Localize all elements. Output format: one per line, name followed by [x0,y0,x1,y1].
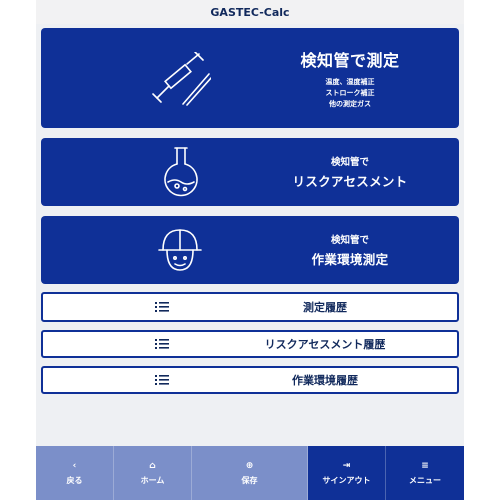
nav-menu-button[interactable]: ≡ メニュー [386,446,464,500]
measure-card[interactable]: 検知管で測定 温度、湿度補正 ストローク補正 他の測定ガス [41,28,459,128]
nav-home-label: ホーム [140,475,165,485]
card-pretitle: 検知管で [330,157,369,168]
back-icon: ‹ [72,460,77,471]
card-title: 作業環境測定 [311,252,389,267]
history-label: 作業環境履歴 [292,374,358,387]
bottom-nav: ‹ 戻る ⌂ ホーム ⊕ 保存 ⇥ サインアウト ≡ メニュー [36,446,464,500]
card-title: リスクアセスメント [292,174,408,189]
card-subtitle: ストローク補正 [325,88,375,97]
nav-signout-button[interactable]: ⇥ サインアウト [308,446,386,500]
menu-icon: ≡ [421,460,429,471]
nav-menu-label: メニュー [409,475,441,485]
nav-home-button[interactable]: ⌂ ホーム [114,446,192,500]
risk-assessment-history-button[interactable]: リスクアセスメント履歴 [41,330,459,358]
work-environment-card[interactable]: 検知管で 作業環境測定 [41,216,459,284]
work-environment-history-button[interactable]: 作業環境履歴 [41,366,459,394]
nav-save-button[interactable]: ⊕ 保存 [192,446,308,500]
history-label: リスクアセスメント履歴 [264,338,386,351]
card-subtitle: 他の測定ガス [329,99,371,108]
app-title: GASTEC-Calc [210,5,290,19]
list-icon [155,375,169,385]
nav-signout-label: サインアウト [322,475,371,485]
flask-icon [41,138,241,206]
home-icon: ⌂ [149,460,156,471]
nav-save-label: 保存 [241,475,258,485]
risk-assessment-card[interactable]: 検知管で リスクアセスメント [41,138,459,206]
detector-tube-pump-icon [41,28,241,128]
list-icon [155,302,169,312]
card-pretitle: 検知管で [330,235,369,246]
history-label: 測定履歴 [303,301,347,314]
app-screen: GASTEC-Calc 検知管で測定 温度、湿度補正 ストローク補正 他の測定ガ… [36,0,464,500]
card-subtitle: 温度、湿度補正 [325,77,375,86]
save-icon: ⊕ [245,460,254,471]
list-icon [155,339,169,349]
app-header: GASTEC-Calc [36,0,464,24]
signout-icon: ⇥ [342,460,351,471]
measurement-history-button[interactable]: 測定履歴 [41,292,459,322]
nav-back-button[interactable]: ‹ 戻る [36,446,114,500]
hard-hat-icon [41,216,241,284]
nav-back-label: 戻る [66,475,83,485]
card-title: 検知管で測定 [300,50,400,70]
